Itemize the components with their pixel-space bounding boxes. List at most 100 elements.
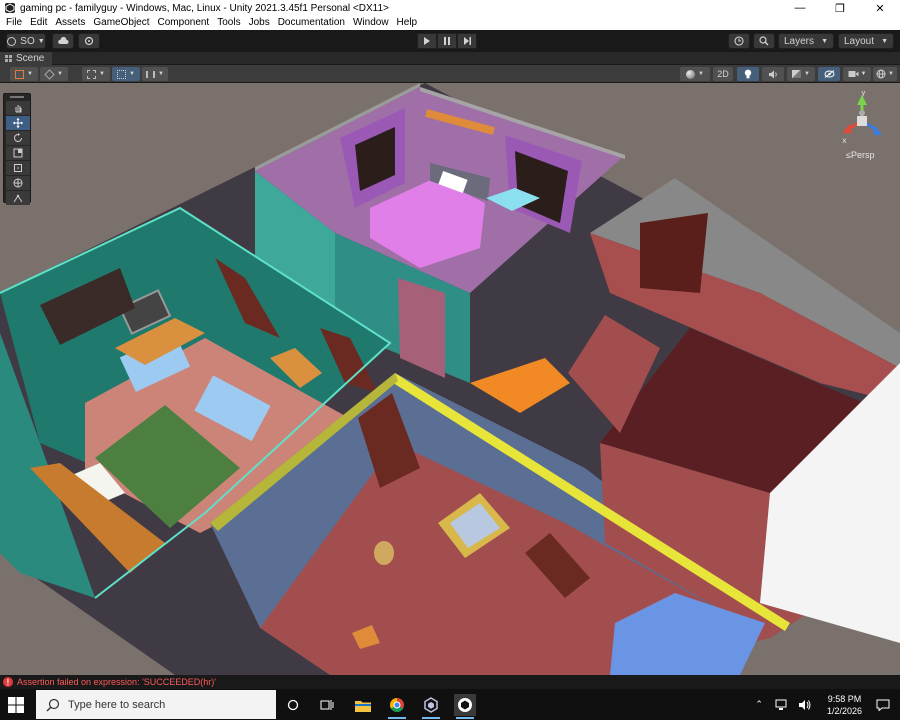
chrome-button[interactable] bbox=[386, 694, 408, 719]
clock-date: 1/2/2026 bbox=[826, 705, 862, 716]
move-tool[interactable] bbox=[6, 116, 30, 130]
network-icon[interactable] bbox=[774, 699, 788, 711]
toy-ball bbox=[374, 541, 394, 565]
draw-mode-dropdown[interactable]: ▼ bbox=[10, 67, 38, 81]
menu-tools[interactable]: Tools bbox=[213, 16, 244, 30]
visibility-toggle[interactable] bbox=[818, 67, 840, 81]
search-icon bbox=[46, 698, 60, 711]
system-tray: ⌃ 9:58 PM 1/2/2026 bbox=[749, 689, 900, 720]
hand-tool[interactable] bbox=[6, 101, 30, 115]
maximize-button[interactable]: ❐ bbox=[820, 0, 860, 16]
cloud-icon bbox=[58, 37, 69, 44]
layers-dropdown[interactable]: Layers ▼ bbox=[778, 33, 834, 49]
tab-scene-label: Scene bbox=[16, 53, 45, 64]
menu-file[interactable]: File bbox=[0, 16, 26, 30]
menu-component[interactable]: Component bbox=[154, 16, 214, 30]
layers-label: Layers bbox=[784, 35, 815, 47]
increment-snap-dropdown[interactable]: ▼ bbox=[142, 67, 168, 81]
task-view-button[interactable] bbox=[316, 694, 338, 716]
account-label: SO bbox=[20, 35, 35, 47]
draw-mode-icon bbox=[15, 69, 25, 79]
toggle-2d-button[interactable]: 2D bbox=[713, 67, 733, 81]
step-button[interactable] bbox=[457, 33, 477, 49]
globe-icon bbox=[876, 69, 886, 79]
account-button[interactable]: SO ▼ bbox=[6, 33, 46, 49]
camera-icon bbox=[848, 71, 859, 77]
chevron-up-icon[interactable]: ⌃ bbox=[755, 699, 763, 710]
console-status-bar[interactable]: ! Assertion failed on expression: 'SUCCE… bbox=[0, 675, 900, 689]
shading-dropdown[interactable]: ▼ bbox=[680, 67, 710, 81]
unity-hub-button[interactable] bbox=[420, 694, 442, 719]
windows-start-icon[interactable] bbox=[8, 697, 24, 713]
unity-logo-icon bbox=[5, 3, 15, 13]
taskbar-search-box[interactable]: Type here to search bbox=[36, 690, 276, 719]
snap-icon bbox=[146, 70, 156, 78]
lighting-toggle[interactable] bbox=[737, 67, 759, 81]
audio-toggle[interactable] bbox=[762, 67, 784, 81]
task-view-icon bbox=[320, 700, 334, 710]
rotate-tool[interactable] bbox=[6, 131, 30, 145]
chevron-down-icon: ▼ bbox=[821, 37, 828, 45]
chevron-down-icon: ▼ bbox=[698, 71, 704, 77]
volume-icon[interactable] bbox=[798, 699, 812, 711]
title-bar: gaming pc - familyguy - Windows, Mac, Li… bbox=[0, 0, 900, 16]
pause-button[interactable] bbox=[437, 33, 457, 49]
close-button[interactable]: ✕ bbox=[860, 0, 900, 16]
layout-dropdown[interactable]: Layout ▼ bbox=[838, 33, 894, 49]
minimize-button[interactable]: — bbox=[780, 0, 820, 16]
collab-button[interactable] bbox=[78, 33, 100, 49]
pivot-dropdown[interactable]: ▼ bbox=[82, 67, 110, 81]
transform-icon bbox=[13, 178, 23, 188]
rect-tool[interactable] bbox=[6, 161, 30, 175]
scene-tab-bar: Scene bbox=[0, 52, 900, 65]
chevron-down-icon: ▼ bbox=[881, 37, 888, 45]
scale-icon bbox=[13, 148, 23, 158]
play-button[interactable] bbox=[417, 33, 437, 49]
render-mode-dropdown[interactable]: ▼ bbox=[40, 67, 68, 81]
scale-tool[interactable] bbox=[6, 146, 30, 160]
menu-edit[interactable]: Edit bbox=[26, 16, 51, 30]
menu-documentation[interactable]: Documentation bbox=[274, 16, 349, 30]
shading-sphere-icon bbox=[686, 69, 696, 79]
menu-assets[interactable]: Assets bbox=[51, 16, 89, 30]
cube-icon bbox=[44, 68, 55, 80]
search-button[interactable] bbox=[753, 33, 775, 49]
effects-dropdown[interactable]: ▼ bbox=[787, 67, 815, 81]
transform-tool[interactable] bbox=[6, 176, 30, 190]
gizmos-dropdown[interactable]: ▼ bbox=[873, 67, 897, 81]
menu-help[interactable]: Help bbox=[393, 16, 422, 30]
file-explorer-button[interactable] bbox=[352, 694, 374, 716]
taskbar-clock[interactable]: 9:58 PM 1/2/2026 bbox=[827, 693, 862, 717]
notification-icon[interactable] bbox=[876, 699, 890, 711]
toggle-2d-label: 2D bbox=[717, 69, 729, 79]
gizmo-x-label: x bbox=[842, 136, 847, 145]
menu-gameobject[interactable]: GameObject bbox=[89, 16, 153, 30]
menu-jobs[interactable]: Jobs bbox=[245, 16, 274, 30]
hand-icon bbox=[15, 105, 22, 113]
search-icon bbox=[759, 36, 769, 46]
tab-scene[interactable]: Scene bbox=[0, 52, 52, 65]
cloud-button[interactable] bbox=[52, 33, 74, 49]
windows-taskbar: Type here to search ⌃ 9:58 PM 1/2/2026 bbox=[0, 689, 900, 720]
camera-dropdown[interactable]: ▼ bbox=[843, 67, 871, 81]
perspective-label[interactable]: ≤Persp bbox=[846, 150, 874, 160]
effects-icon bbox=[792, 70, 802, 78]
pivot-icon bbox=[87, 69, 97, 79]
scene-viewport[interactable]: y x ≤Persp bbox=[0, 83, 900, 675]
rect-icon bbox=[14, 164, 22, 172]
chevron-down-icon: ▼ bbox=[57, 71, 63, 77]
grid-snap-dropdown[interactable]: ▼ bbox=[112, 67, 140, 81]
history-button[interactable] bbox=[728, 33, 750, 49]
eye-slash-icon bbox=[824, 70, 834, 78]
step-icon bbox=[463, 37, 471, 45]
grid-icon bbox=[5, 55, 12, 62]
palette-grip[interactable] bbox=[4, 94, 30, 100]
chevron-down-icon: ▼ bbox=[804, 71, 810, 77]
cortana-button[interactable] bbox=[282, 694, 304, 716]
gizmo-y-label: y bbox=[861, 91, 866, 97]
menu-window[interactable]: Window bbox=[349, 16, 393, 30]
custom-tool[interactable] bbox=[6, 191, 30, 205]
pause-icon bbox=[444, 37, 450, 45]
speaker-icon bbox=[769, 70, 777, 78]
unity-editor-button[interactable] bbox=[454, 694, 476, 719]
